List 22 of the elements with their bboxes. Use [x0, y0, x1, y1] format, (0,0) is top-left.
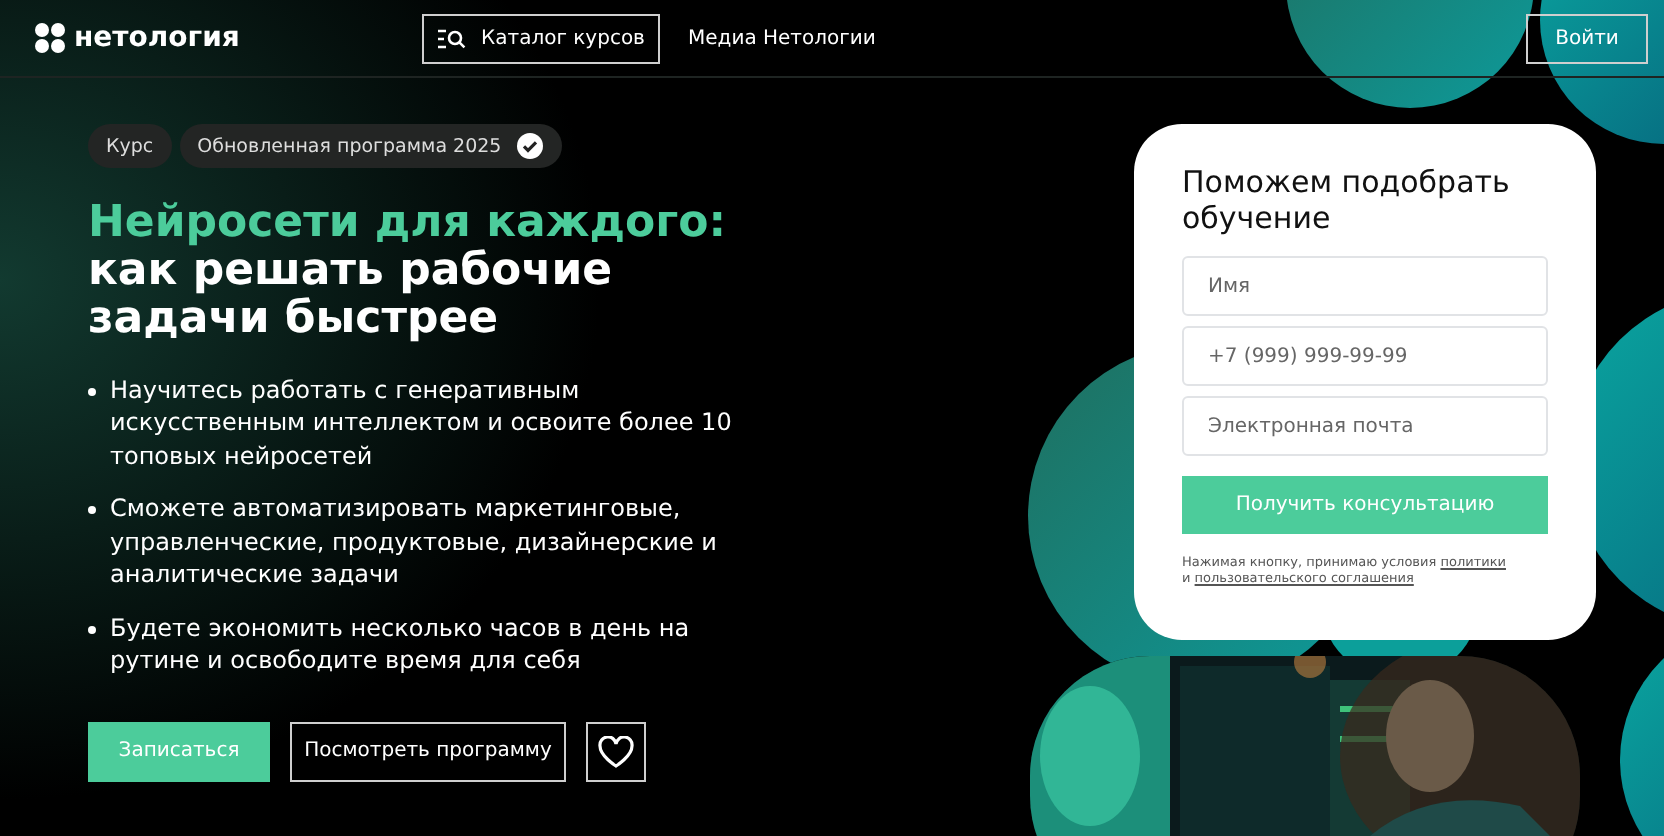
- input-field[interactable]: +7 (999) 999-99-99: [1182, 326, 1548, 386]
- program-button[interactable]: Посмотреть программу: [290, 721, 566, 782]
- form-heading: Поможем подобрать обучение: [1182, 164, 1512, 236]
- login-button[interactable]: Войти: [1526, 13, 1648, 63]
- search-list-icon: [437, 27, 466, 49]
- course-title: Нейросети для каждого: как решать рабочие задачи быстрее: [88, 200, 729, 346]
- input-field[interactable]: Электронная почта: [1182, 396, 1548, 456]
- benefit-text: Сможете автоматизировать маркетинговые, управленческие, продуктовые, дизайнерские и аналитические задачи: [110, 492, 719, 592]
- input-field[interactable]: Имя: [1182, 256, 1548, 316]
- bullet-icon: [88, 506, 96, 515]
- media-link[interactable]: Медиа Нетологии: [688, 27, 876, 49]
- benefit-text: Научитесь работать с генеративным искусственным интеллектом и освоите более 10 топовых нейросетей: [110, 373, 734, 473]
- benefit-text: Будете экономить несколько часов в день на рутине и освободите время для себя: [110, 611, 692, 678]
- logo-icon: [34, 22, 66, 54]
- tag-label: Обновленная программа 2025: [197, 135, 502, 157]
- tag-label: Курс: [106, 135, 154, 157]
- bullet-icon: [88, 387, 96, 396]
- catalog-button[interactable]: Каталог курсов: [422, 13, 660, 63]
- logo-text[interactable]: нетология: [74, 22, 240, 54]
- favorite-button[interactable]: [586, 721, 646, 782]
- heart-icon: [598, 735, 634, 768]
- bullet-icon: [88, 625, 96, 634]
